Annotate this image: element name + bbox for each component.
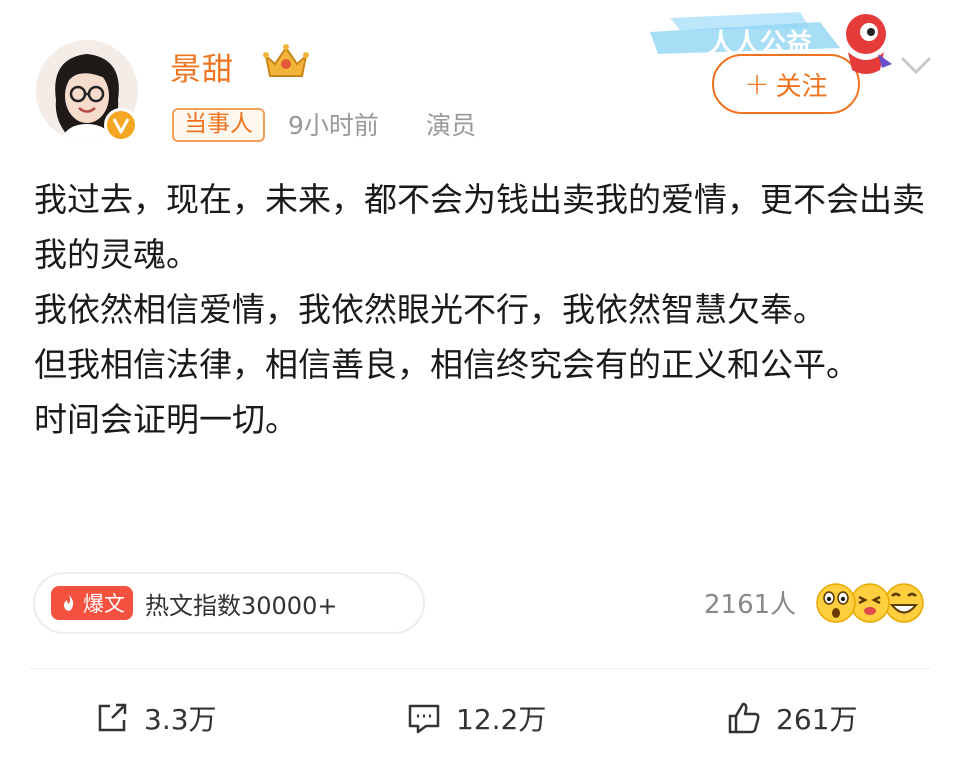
follow-label: 关注 — [775, 71, 828, 102]
hot-index-pill[interactable]: 爆文 热文指数30000+ — [33, 572, 425, 634]
kiss-emoji — [850, 583, 890, 623]
like-count: 261万 — [776, 703, 858, 736]
reaction-emojis[interactable] — [812, 578, 932, 628]
divider — [30, 668, 930, 669]
thumbs-up-icon — [728, 702, 760, 734]
post-paragraph: 我过去，现在，未来，都不会为钱出卖我的爱情，更不会出卖我的灵魂。 — [34, 180, 925, 274]
laugh-emoji — [884, 583, 924, 623]
post-paragraph: 时间会证明一切。 — [34, 400, 298, 439]
comment-count: 12.2万 — [456, 703, 547, 736]
author-occupation: 演员 — [426, 111, 477, 140]
chevron-down-icon[interactable] — [896, 50, 936, 80]
post-paragraph: 但我相信法律，相信善良，相信终究会有的正义和公平。 — [34, 345, 859, 384]
hot-badge: 爆文 — [51, 586, 133, 620]
share-icon — [98, 703, 127, 732]
post-paragraph: 我依然相信爱情，我依然眼光不行，我依然智慧欠奉。 — [34, 290, 826, 329]
repost-button[interactable]: 3.3万 — [92, 696, 217, 740]
plus-icon: + — [744, 66, 770, 102]
author-name[interactable]: 景甜 — [170, 44, 234, 89]
reaction-count[interactable]: 2161人 — [704, 584, 796, 621]
crown-badge-icon — [262, 42, 310, 82]
verified-badge-icon — [104, 108, 138, 142]
repost-count: 3.3万 — [144, 703, 217, 736]
shocked-emoji — [816, 583, 856, 623]
role-tag: 当事人 — [172, 108, 265, 142]
like-button[interactable]: 261万 — [724, 696, 857, 740]
comment-icon — [408, 704, 440, 734]
post-content: 我过去，现在，未来，都不会为钱出卖我的爱情，更不会出卖我的灵魂。 我依然相信爱情… — [34, 172, 929, 447]
fire-icon — [64, 595, 74, 611]
hot-badge-label: 爆文 — [83, 592, 125, 616]
comment-button[interactable]: 12.2万 — [404, 696, 546, 740]
mascot-icon — [836, 8, 894, 82]
hot-index-text: 热文指数30000+ — [145, 591, 338, 620]
post-time: 9小时前 — [288, 111, 379, 140]
